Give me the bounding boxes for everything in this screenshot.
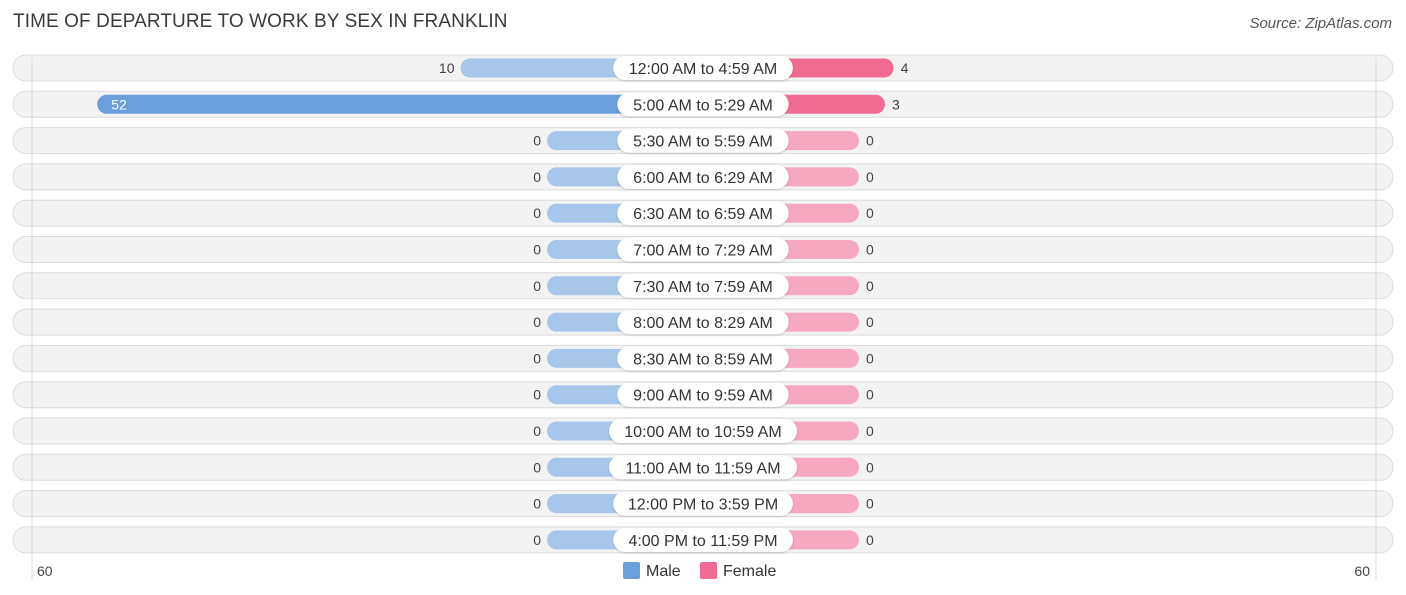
chart: 10 4 12:00 AM to 4:59 AM 52 3 5:00 AM to 5:29… — [12, 54, 1394, 580]
category-label: 9:00 AM to 9:59 AM — [633, 388, 773, 405]
male-value-label: 0 — [533, 133, 541, 149]
female-value-label: 4 — [901, 60, 909, 76]
female-value-label: 0 — [866, 314, 874, 330]
legend-female-swatch — [700, 562, 717, 579]
male-value-label: 0 — [533, 242, 541, 258]
female-value-label: 0 — [866, 459, 874, 475]
male-value-label: 0 — [533, 350, 541, 366]
male-value-label: 52 — [111, 96, 127, 112]
male-value-label: 10 — [439, 60, 455, 76]
female-value-label: 0 — [866, 496, 874, 512]
female-value-label: 0 — [866, 169, 874, 185]
category-label: 8:30 AM to 8:59 AM — [633, 351, 773, 368]
category-label: 6:30 AM to 6:59 AM — [633, 206, 773, 223]
male-value-label: 0 — [533, 278, 541, 294]
category-label: 7:00 AM to 7:29 AM — [633, 243, 773, 260]
male-value-label: 0 — [533, 205, 541, 221]
category-label: 12:00 AM to 4:59 AM — [629, 61, 778, 78]
male-bar — [97, 94, 703, 114]
male-value-label: 0 — [533, 496, 541, 512]
category-label: 5:00 AM to 5:29 AM — [633, 97, 773, 114]
category-label: 6:00 AM to 6:29 AM — [633, 170, 773, 187]
female-value-label: 0 — [866, 350, 874, 366]
category-label: 5:30 AM to 5:59 AM — [633, 134, 773, 151]
female-value-label: 0 — [866, 532, 874, 548]
category-label: 8:00 AM to 8:29 AM — [633, 315, 773, 332]
female-value-label: 0 — [866, 278, 874, 294]
category-label: 11:00 AM to 11:59 AM — [625, 460, 780, 477]
male-value-label: 0 — [533, 423, 541, 439]
female-value-label: 3 — [892, 96, 900, 112]
legend-male-swatch — [623, 562, 640, 579]
female-value-label: 0 — [866, 242, 874, 258]
axis-tick-right: 60 — [1354, 563, 1370, 579]
category-label: 12:00 PM to 3:59 PM — [628, 497, 778, 514]
axis-tick-left: 60 — [37, 563, 53, 579]
legend-male-label: Male — [646, 563, 681, 580]
female-value-label: 0 — [866, 423, 874, 439]
female-value-label: 0 — [866, 387, 874, 403]
female-value-label: 0 — [866, 205, 874, 221]
category-label: 7:30 AM to 7:59 AM — [633, 279, 773, 296]
category-label: 4:00 PM to 11:59 PM — [628, 533, 777, 550]
male-value-label: 0 — [533, 387, 541, 403]
category-label: 10:00 AM to 10:59 AM — [624, 424, 781, 441]
male-value-label: 0 — [533, 314, 541, 330]
legend-female-label: Female — [723, 563, 776, 580]
male-value-label: 0 — [533, 459, 541, 475]
male-value-label: 0 — [533, 532, 541, 548]
male-value-label: 0 — [533, 169, 541, 185]
female-value-label: 0 — [866, 133, 874, 149]
